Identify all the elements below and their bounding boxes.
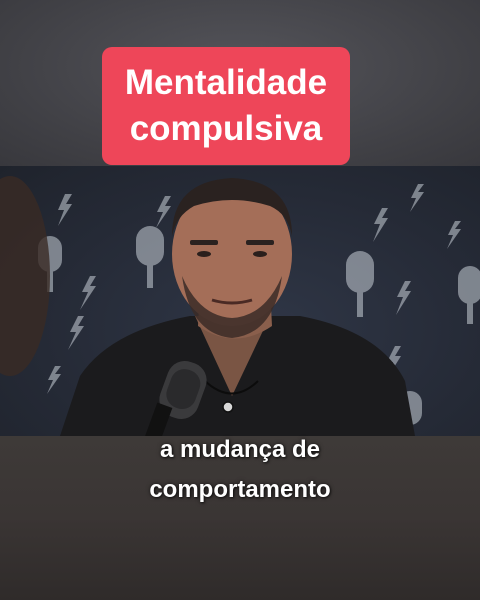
title-line-2: compulsiva bbox=[129, 109, 323, 148]
subtitle-caption: a mudança de comportamento bbox=[0, 430, 480, 510]
lightning-icon bbox=[410, 184, 424, 212]
lightning-icon bbox=[68, 316, 84, 350]
microphone-icon bbox=[346, 251, 374, 317]
lightning-icon bbox=[58, 194, 72, 226]
blurred-foreground-shoulder bbox=[0, 176, 50, 376]
microphone-icon bbox=[136, 226, 164, 288]
lightning-icon bbox=[47, 366, 61, 394]
microphone-icon bbox=[458, 266, 480, 324]
caption-line-2: comportamento bbox=[149, 476, 331, 503]
video-still bbox=[0, 166, 480, 436]
lightning-icon bbox=[156, 196, 171, 228]
caption-line-1: a mudança de bbox=[159, 436, 321, 463]
necklace-pendant bbox=[222, 401, 234, 413]
lightning-icon bbox=[80, 276, 96, 310]
title-line-1: Mentalidade bbox=[124, 63, 328, 102]
title-banner: Mentalidade compulsiva bbox=[102, 47, 350, 165]
right-eye bbox=[253, 251, 267, 257]
lightning-icon bbox=[447, 221, 461, 249]
left-eyebrow bbox=[190, 240, 218, 245]
left-eye bbox=[197, 251, 211, 257]
lightning-icon bbox=[396, 281, 411, 315]
lightning-icon bbox=[373, 208, 388, 242]
video-frame: Mentalidade compulsiva a mudança de comp… bbox=[0, 0, 480, 600]
podcast-scene-illustration bbox=[0, 176, 480, 436]
right-eyebrow bbox=[246, 240, 274, 245]
